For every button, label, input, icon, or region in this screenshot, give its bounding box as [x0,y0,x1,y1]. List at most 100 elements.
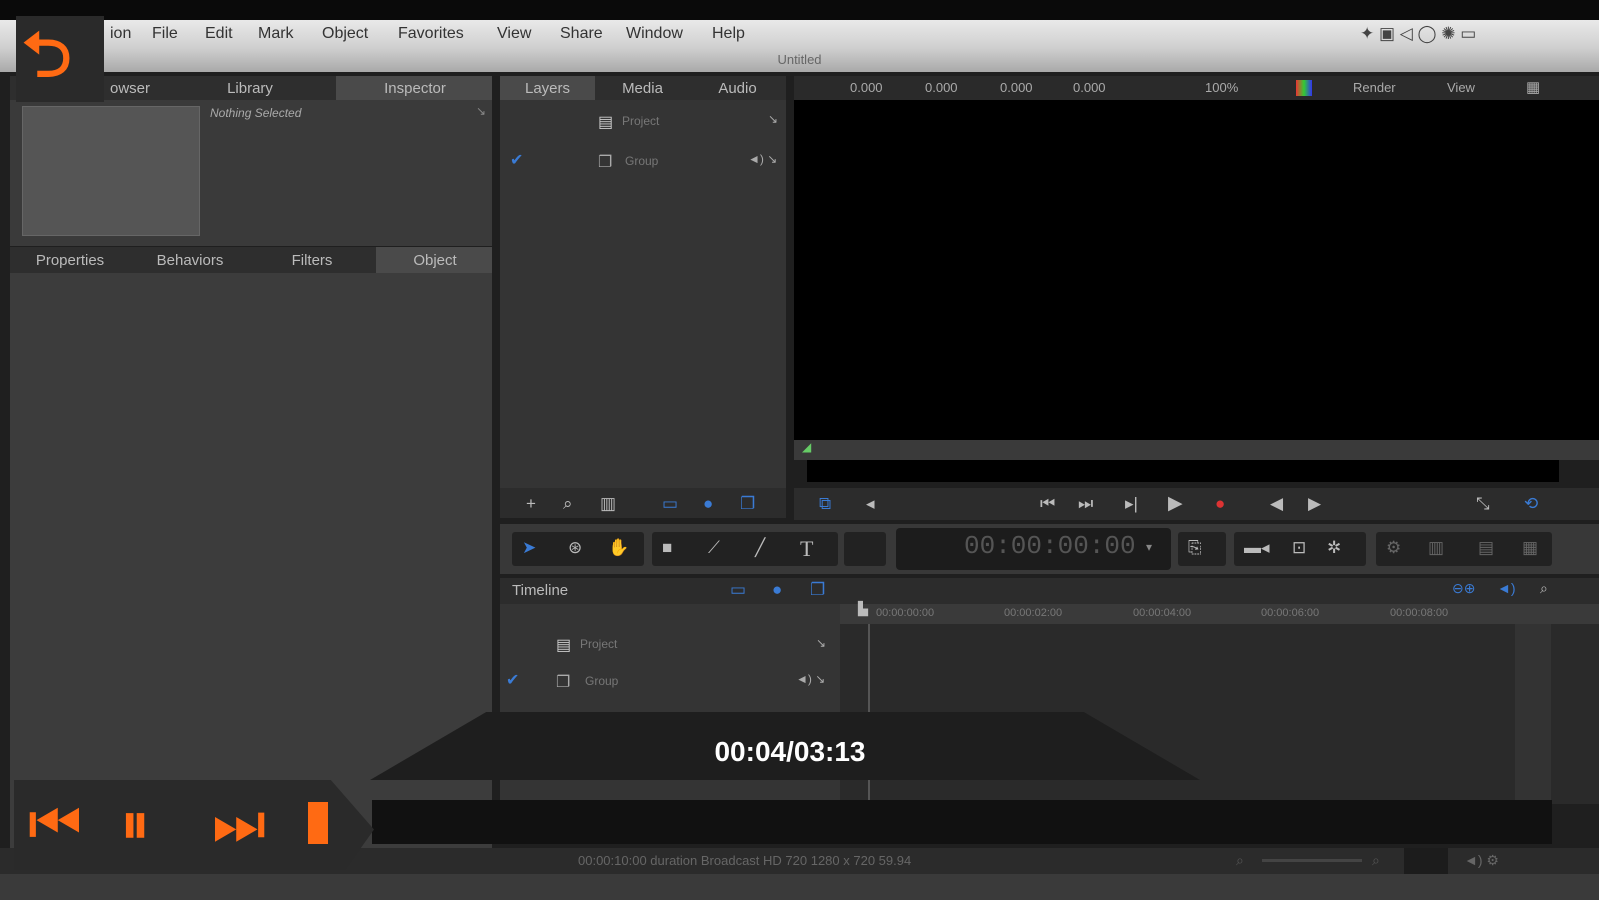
subtab-properties[interactable]: Properties [20,252,120,269]
next-frame-icon[interactable]: ▸| [1125,494,1138,514]
layer-view-dot-icon[interactable]: ● [703,494,713,514]
layer-project-expand-icon[interactable]: ↘ [768,112,778,126]
playhead-marker-icon[interactable]: ◢ [802,440,811,454]
paint-tool-icon[interactable]: ╱ [755,538,765,558]
menu-extras-icons: ✦ ▣ ◁ ◯ ✺ ▭ [1360,24,1477,43]
pause-icon[interactable]: ⏸ [120,782,150,866]
status-zoom-out-icon[interactable]: ⌕ [1236,852,1244,869]
expand-icon[interactable]: ↘ [476,104,486,118]
timeline-audio-icon[interactable]: ◄) [1497,580,1516,596]
tab-media[interactable]: Media [600,80,685,97]
layers-panel [500,76,786,516]
menu-app-name[interactable]: ion [110,25,131,43]
inspector-icon[interactable]: ▤ [1478,538,1494,558]
coord-value-4[interactable]: 0.000 [1073,80,1106,95]
status-audio-icon[interactable]: ◄) ⚙ [1464,852,1499,869]
view-menu[interactable]: View [1447,80,1475,95]
tab-layers[interactable]: Layers [505,80,590,97]
timeline-view-rect-icon[interactable]: ▭ [730,580,746,600]
coord-value-2[interactable]: 0.000 [925,80,958,95]
rectangle-tool-icon[interactable]: ■ [662,538,672,558]
menu-help[interactable]: Help [712,25,745,43]
layout-icon[interactable]: ▦ [1526,78,1540,96]
previous-icon[interactable]: ⏮ [28,782,82,866]
timeline-ruler[interactable] [840,604,1599,624]
mini-timeline-track [807,460,1559,482]
timeline-view-dot-icon[interactable]: ● [772,580,782,600]
timeline-project-expand-icon[interactable]: ↘ [816,636,826,650]
subtab-behaviors[interactable]: Behaviors [140,252,240,269]
loop-icon[interactable]: ⟲ [1524,494,1538,514]
hand-tool-icon[interactable]: ✋ [608,538,629,558]
subtab-filters[interactable]: Filters [262,252,362,269]
tab-inspector[interactable]: Inspector [360,80,470,97]
fullscreen-icon[interactable]: ⤡ [1476,494,1490,514]
menu-file[interactable]: File [152,25,178,43]
prev-keyframe-icon[interactable]: ◀ [1270,494,1283,514]
canvas-toolbar [794,76,1599,100]
coord-value-3[interactable]: 0.000 [1000,80,1033,95]
timeline-scrollbar[interactable] [1515,624,1551,804]
menu-object[interactable]: Object [322,25,368,43]
menu-edit[interactable]: Edit [205,25,233,43]
layer-group-audio-icon[interactable]: ◄) ↘ [748,152,777,166]
player-progress-track[interactable] [372,800,1552,844]
particle-icon[interactable]: ✲ [1327,538,1341,558]
light-icon[interactable]: ⊡ [1292,538,1306,558]
timecode-dropdown-icon[interactable]: ▾ [1146,540,1152,554]
next-icon[interactable]: ⏭ [212,782,266,866]
camera-button[interactable] [1178,532,1226,566]
layer-view-rect-icon[interactable]: ▭ [662,494,678,514]
menu-window[interactable]: Window [626,25,683,43]
library-icon[interactable]: ▥ [1428,538,1444,558]
search-icon[interactable]: ⌕ [563,494,573,514]
layer-view-stack-icon[interactable]: ❐ [740,494,755,514]
play-icon[interactable]: ▶ [1168,492,1183,515]
coord-value-1[interactable]: 0.000 [850,80,883,95]
timeline-zoom-icon[interactable]: ⊖⊕ [1452,580,1475,597]
zoom-select[interactable]: 100% [1205,80,1238,95]
status-zoom-slider[interactable] [1262,859,1362,862]
go-to-start-icon[interactable]: ⏮ [1040,494,1055,514]
settings-icon[interactable]: ⚙ [1386,538,1401,558]
layer-options-icon[interactable]: ▥ [600,494,616,514]
tab-library[interactable]: Library [200,80,300,97]
render-menu[interactable]: Render [1353,80,1396,95]
record-icon[interactable]: ● [1215,494,1225,514]
layer-group-checkbox[interactable]: ✔ [510,150,523,170]
play-range-icon[interactable]: ⧉ [819,494,831,514]
canvas-viewer[interactable] [794,100,1599,440]
timeline-row-project[interactable]: Project [580,637,617,651]
pan-tool-icon[interactable]: ⊛ [568,538,582,558]
timeline-view-stack-icon[interactable]: ❐ [810,580,825,600]
subtab-object[interactable]: Object [385,252,485,269]
tab-audio[interactable]: Audio [695,80,780,97]
color-channel-icon[interactable] [1296,80,1312,96]
volume-level-bar[interactable] [308,802,328,844]
timeline-search-icon[interactable]: ⌕ [1540,580,1548,597]
status-zoom-in-icon[interactable]: ⌕ [1372,852,1380,869]
step-back-icon[interactable]: ◂ [866,494,875,514]
bezier-tool-icon[interactable]: ⟋ [708,538,720,558]
timeline-playhead-icon[interactable]: ▙ [858,601,868,617]
timeline-group-audio-icon[interactable]: ◄) ↘ [796,672,825,686]
status-view-toggle[interactable] [1404,848,1448,874]
timeline-group-checkbox[interactable]: ✔ [506,670,519,690]
timeline-row-group[interactable]: Group [585,674,618,688]
menu-share[interactable]: Share [560,25,603,43]
go-to-end-icon[interactable]: ⏭ [1078,494,1093,514]
select-tool-icon[interactable]: ➤ [522,538,536,558]
text-tool-icon[interactable]: T [800,536,813,562]
video-camera-icon[interactable]: ▬◂ [1244,538,1270,558]
add-layer-icon[interactable]: + [526,494,536,514]
menu-mark[interactable]: Mark [258,25,294,43]
menu-favorites[interactable]: Favorites [398,25,464,43]
layer-row-project[interactable]: Project [622,114,659,128]
menu-view[interactable]: View [497,25,531,43]
layer-row-group[interactable]: Group [625,154,658,168]
next-keyframe-icon[interactable]: ▶ [1308,494,1321,514]
hud-icon[interactable]: ▦ [1522,538,1538,558]
mask-tool-button[interactable] [844,532,886,566]
window-title: Untitled [0,48,1599,72]
mini-timeline[interactable] [794,440,1599,460]
